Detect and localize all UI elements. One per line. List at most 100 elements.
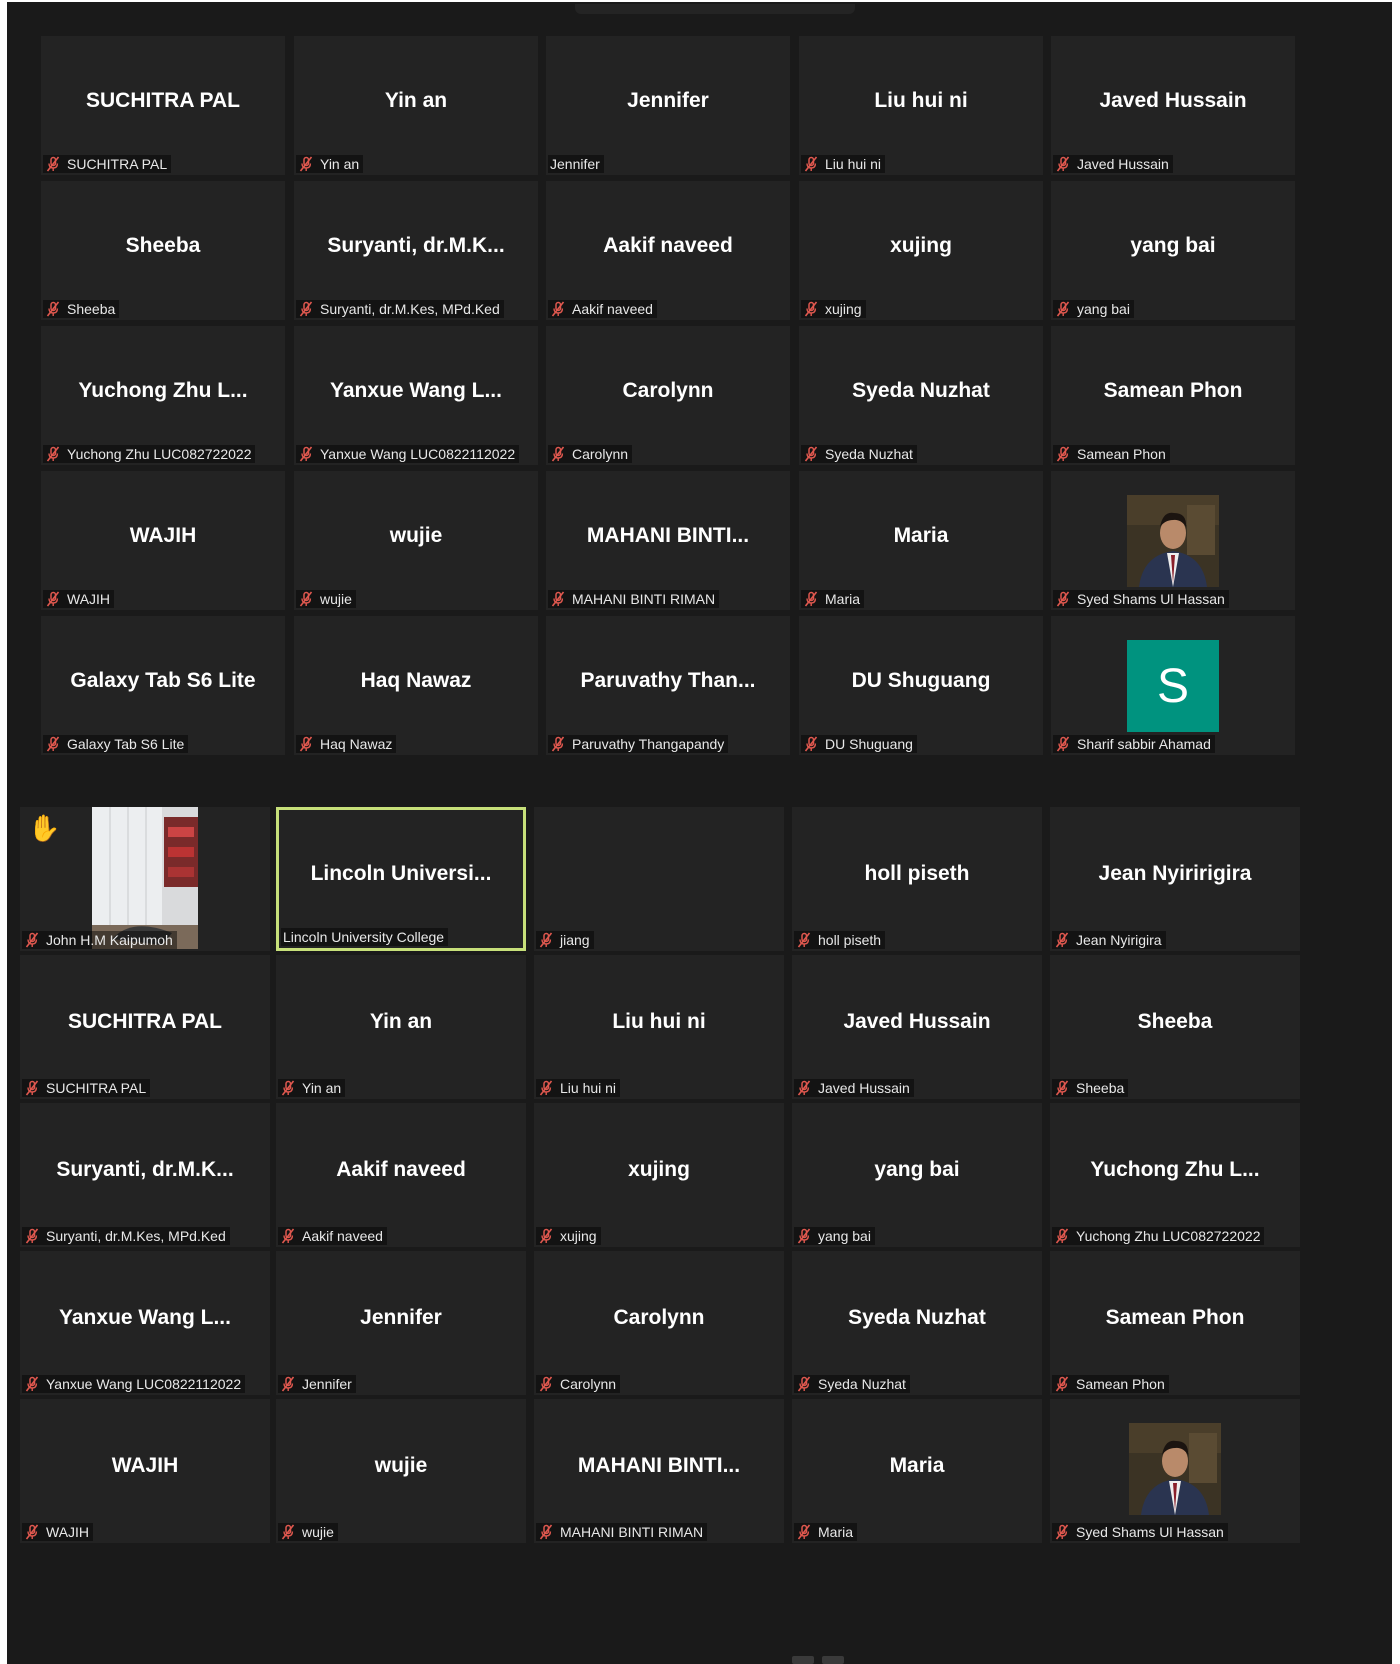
participant-tile[interactable]: Syeda Nuzhat Syeda Nuzhat — [792, 1251, 1042, 1395]
participant-tile[interactable]: Paruvathy Than... Paruvathy Thangapandy — [546, 616, 790, 755]
participant-display-name: Javed Hussain — [1099, 88, 1247, 112]
participant-tile[interactable]: Maria Maria — [799, 471, 1043, 610]
participant-name-text: Yuchong Zhu LUC082722022 — [67, 446, 252, 462]
participant-tile[interactable]: WAJIH WAJIH — [20, 1399, 270, 1543]
mic-muted-icon — [796, 932, 812, 948]
participant-tile[interactable]: Javed Hussain Javed Hussain — [1051, 36, 1295, 175]
participant-display-name: Jean Nyiririgira — [1098, 862, 1252, 886]
participant-name-label: SUCHITRA PAL — [43, 155, 172, 173]
participant-tile[interactable]: Haq Nawaz Haq Nawaz — [294, 616, 538, 755]
participant-tile[interactable]: Yin an Yin an — [276, 955, 526, 1099]
participant-tile[interactable]: MAHANI BINTI... MAHANI BINTI RIMAN — [534, 1399, 784, 1543]
mic-muted-icon — [298, 736, 314, 752]
participant-tile[interactable]: Liu hui ni Liu hui ni — [799, 36, 1043, 175]
participant-name-text: Aakif naveed — [572, 301, 653, 317]
participant-name-label: Yin an — [278, 1079, 346, 1097]
participant-tile[interactable]: DU Shuguang DU Shuguang — [799, 616, 1043, 755]
participant-name-label: wujie — [278, 1523, 338, 1541]
participant-tile[interactable]: Syeda Nuzhat Syeda Nuzhat — [799, 326, 1043, 465]
participant-display-name: Suryanti, dr.M.K... — [56, 1158, 234, 1182]
participant-display-name: Yuchong Zhu L... — [78, 378, 248, 402]
participant-name-text: WAJIH — [46, 1524, 90, 1540]
participant-tile[interactable]: Jean Nyiririgira Jean Nyirigira — [1050, 807, 1300, 951]
participant-tile[interactable]: SUCHITRA PAL SUCHITRA PAL — [20, 955, 270, 1099]
participant-name-label: Sheeba — [43, 300, 120, 318]
participant-tile[interactable]: MAHANI BINTI... MAHANI BINTI RIMAN — [546, 471, 790, 610]
participant-tile[interactable]: Samean Phon Samean Phon — [1050, 1251, 1300, 1395]
participant-tile[interactable]: Suryanti, dr.M.K... Suryanti, dr.M.Kes, M… — [20, 1103, 270, 1247]
participant-display-name: Syeda Nuzhat — [848, 1306, 986, 1330]
participant-tile[interactable]: jiang — [534, 807, 784, 951]
participant-tile[interactable]: Javed Hussain Javed Hussain — [792, 955, 1042, 1099]
mic-muted-icon — [1054, 1080, 1070, 1096]
participant-display-name: Yin an — [369, 1010, 433, 1034]
participant-name-label: yang bai — [794, 1227, 875, 1245]
participant-name-text: Yin an — [302, 1080, 342, 1096]
participant-name-text: Paruvathy Thangapandy — [572, 736, 725, 752]
participant-tile[interactable]: xujing xujing — [534, 1103, 784, 1247]
participant-tile[interactable]: Carolynn Carolynn — [534, 1251, 784, 1395]
participant-name-text: Maria — [825, 591, 861, 607]
participant-tile[interactable]: S Sharif sabbir Ahamad — [1051, 616, 1295, 755]
participant-tile[interactable]: WAJIH WAJIH — [41, 471, 285, 610]
participant-display-name: Syeda Nuzhat — [852, 378, 990, 402]
mic-muted-icon — [538, 1080, 554, 1096]
mic-muted-icon — [803, 736, 819, 752]
participant-name-text: Syed Shams Ul Hassan — [1077, 591, 1225, 607]
participant-name-label: Aakif naveed — [548, 300, 657, 318]
participant-tile[interactable]: Sheeba Sheeba — [1050, 955, 1300, 1099]
participant-tile[interactable]: Yanxue Wang L... Yanxue Wang LUC082211202… — [20, 1251, 270, 1395]
participant-tile[interactable]: yang bai yang bai — [792, 1103, 1042, 1247]
participant-name-label: Yuchong Zhu LUC082722022 — [1052, 1227, 1265, 1245]
participant-name-text: Yanxue Wang LUC0822112022 — [46, 1376, 242, 1392]
participant-tile[interactable]: Liu hui ni Liu hui ni — [534, 955, 784, 1099]
participant-tile[interactable]: Aakif naveed Aakif naveed — [276, 1103, 526, 1247]
participant-tile[interactable]: wujie wujie — [294, 471, 538, 610]
participant-tile[interactable]: Jennifer Jennifer — [276, 1251, 526, 1395]
participant-name-label: Sharif sabbir Ahamad — [1053, 735, 1215, 753]
participant-tile[interactable]: holl piseth holl piseth — [792, 807, 1042, 951]
participant-tile[interactable]: Syed Shams Ul Hassan — [1050, 1399, 1300, 1543]
participant-display-name: Aakif naveed — [603, 233, 733, 257]
mic-muted-icon — [796, 1376, 812, 1392]
participant-name-text: Syeda Nuzhat — [825, 446, 913, 462]
participant-tile[interactable]: xujing xujing — [799, 181, 1043, 320]
participant-tile[interactable]: Yin an Yin an — [294, 36, 538, 175]
participant-tile[interactable]: wujie wujie — [276, 1399, 526, 1543]
participant-tile[interactable]: Lincoln Universi... Lincoln University Co… — [276, 807, 526, 951]
participant-tile[interactable]: Samean Phon Samean Phon — [1051, 326, 1295, 465]
participant-tile[interactable]: Galaxy Tab S6 Lite Galaxy Tab S6 Lite — [41, 616, 285, 755]
participant-tile[interactable]: Yuchong Zhu L... Yuchong Zhu LUC082722022 — [1050, 1103, 1300, 1247]
page-indicator[interactable] — [792, 1656, 814, 1664]
mic-muted-icon — [796, 1080, 812, 1096]
participant-tile[interactable]: Syed Shams Ul Hassan — [1051, 471, 1295, 610]
participant-name-text: Jennifer — [302, 1376, 352, 1392]
mic-muted-icon — [24, 1228, 40, 1244]
profile-photo — [1129, 1423, 1221, 1515]
mic-muted-icon — [550, 446, 566, 462]
mic-muted-icon — [298, 591, 314, 607]
participant-name-text: jiang — [560, 932, 590, 948]
participant-name-text: Javed Hussain — [818, 1080, 910, 1096]
participant-tile[interactable]: Yuchong Zhu L... Yuchong Zhu LUC082722022 — [41, 326, 285, 465]
participant-name-label: Suryanti, dr.M.Kes, MPd.Ked — [22, 1227, 230, 1245]
participant-tile[interactable]: ✋ John H.M Kaipumoh — [20, 807, 270, 951]
profile-photo — [1127, 495, 1219, 587]
participant-tile[interactable]: Jennifer Jennifer — [546, 36, 790, 175]
page-indicator[interactable] — [822, 1656, 844, 1664]
mic-muted-icon — [298, 156, 314, 172]
participant-name-label: Javed Hussain — [794, 1079, 914, 1097]
participant-tile[interactable]: Suryanti, dr.M.K... Suryanti, dr.M.Kes, M… — [294, 181, 538, 320]
participant-tile[interactable]: Maria Maria — [792, 1399, 1042, 1543]
participant-tile[interactable]: Yanxue Wang L... Yanxue Wang LUC082211202… — [294, 326, 538, 465]
participant-tile[interactable]: SUCHITRA PAL SUCHITRA PAL — [41, 36, 285, 175]
participant-tile[interactable]: yang bai yang bai — [1051, 181, 1295, 320]
participant-tile[interactable]: Aakif naveed Aakif naveed — [546, 181, 790, 320]
top-toolbar-handle[interactable] — [575, 4, 855, 14]
participant-name-label: Paruvathy Thangapandy — [548, 735, 729, 753]
participant-tile[interactable]: Sheeba Sheeba — [41, 181, 285, 320]
mic-muted-icon — [538, 1228, 554, 1244]
participant-tile[interactable]: Carolynn Carolynn — [546, 326, 790, 465]
participant-name-text: Haq Nawaz — [320, 736, 393, 752]
participant-name-text: Sheeba — [1076, 1080, 1125, 1096]
